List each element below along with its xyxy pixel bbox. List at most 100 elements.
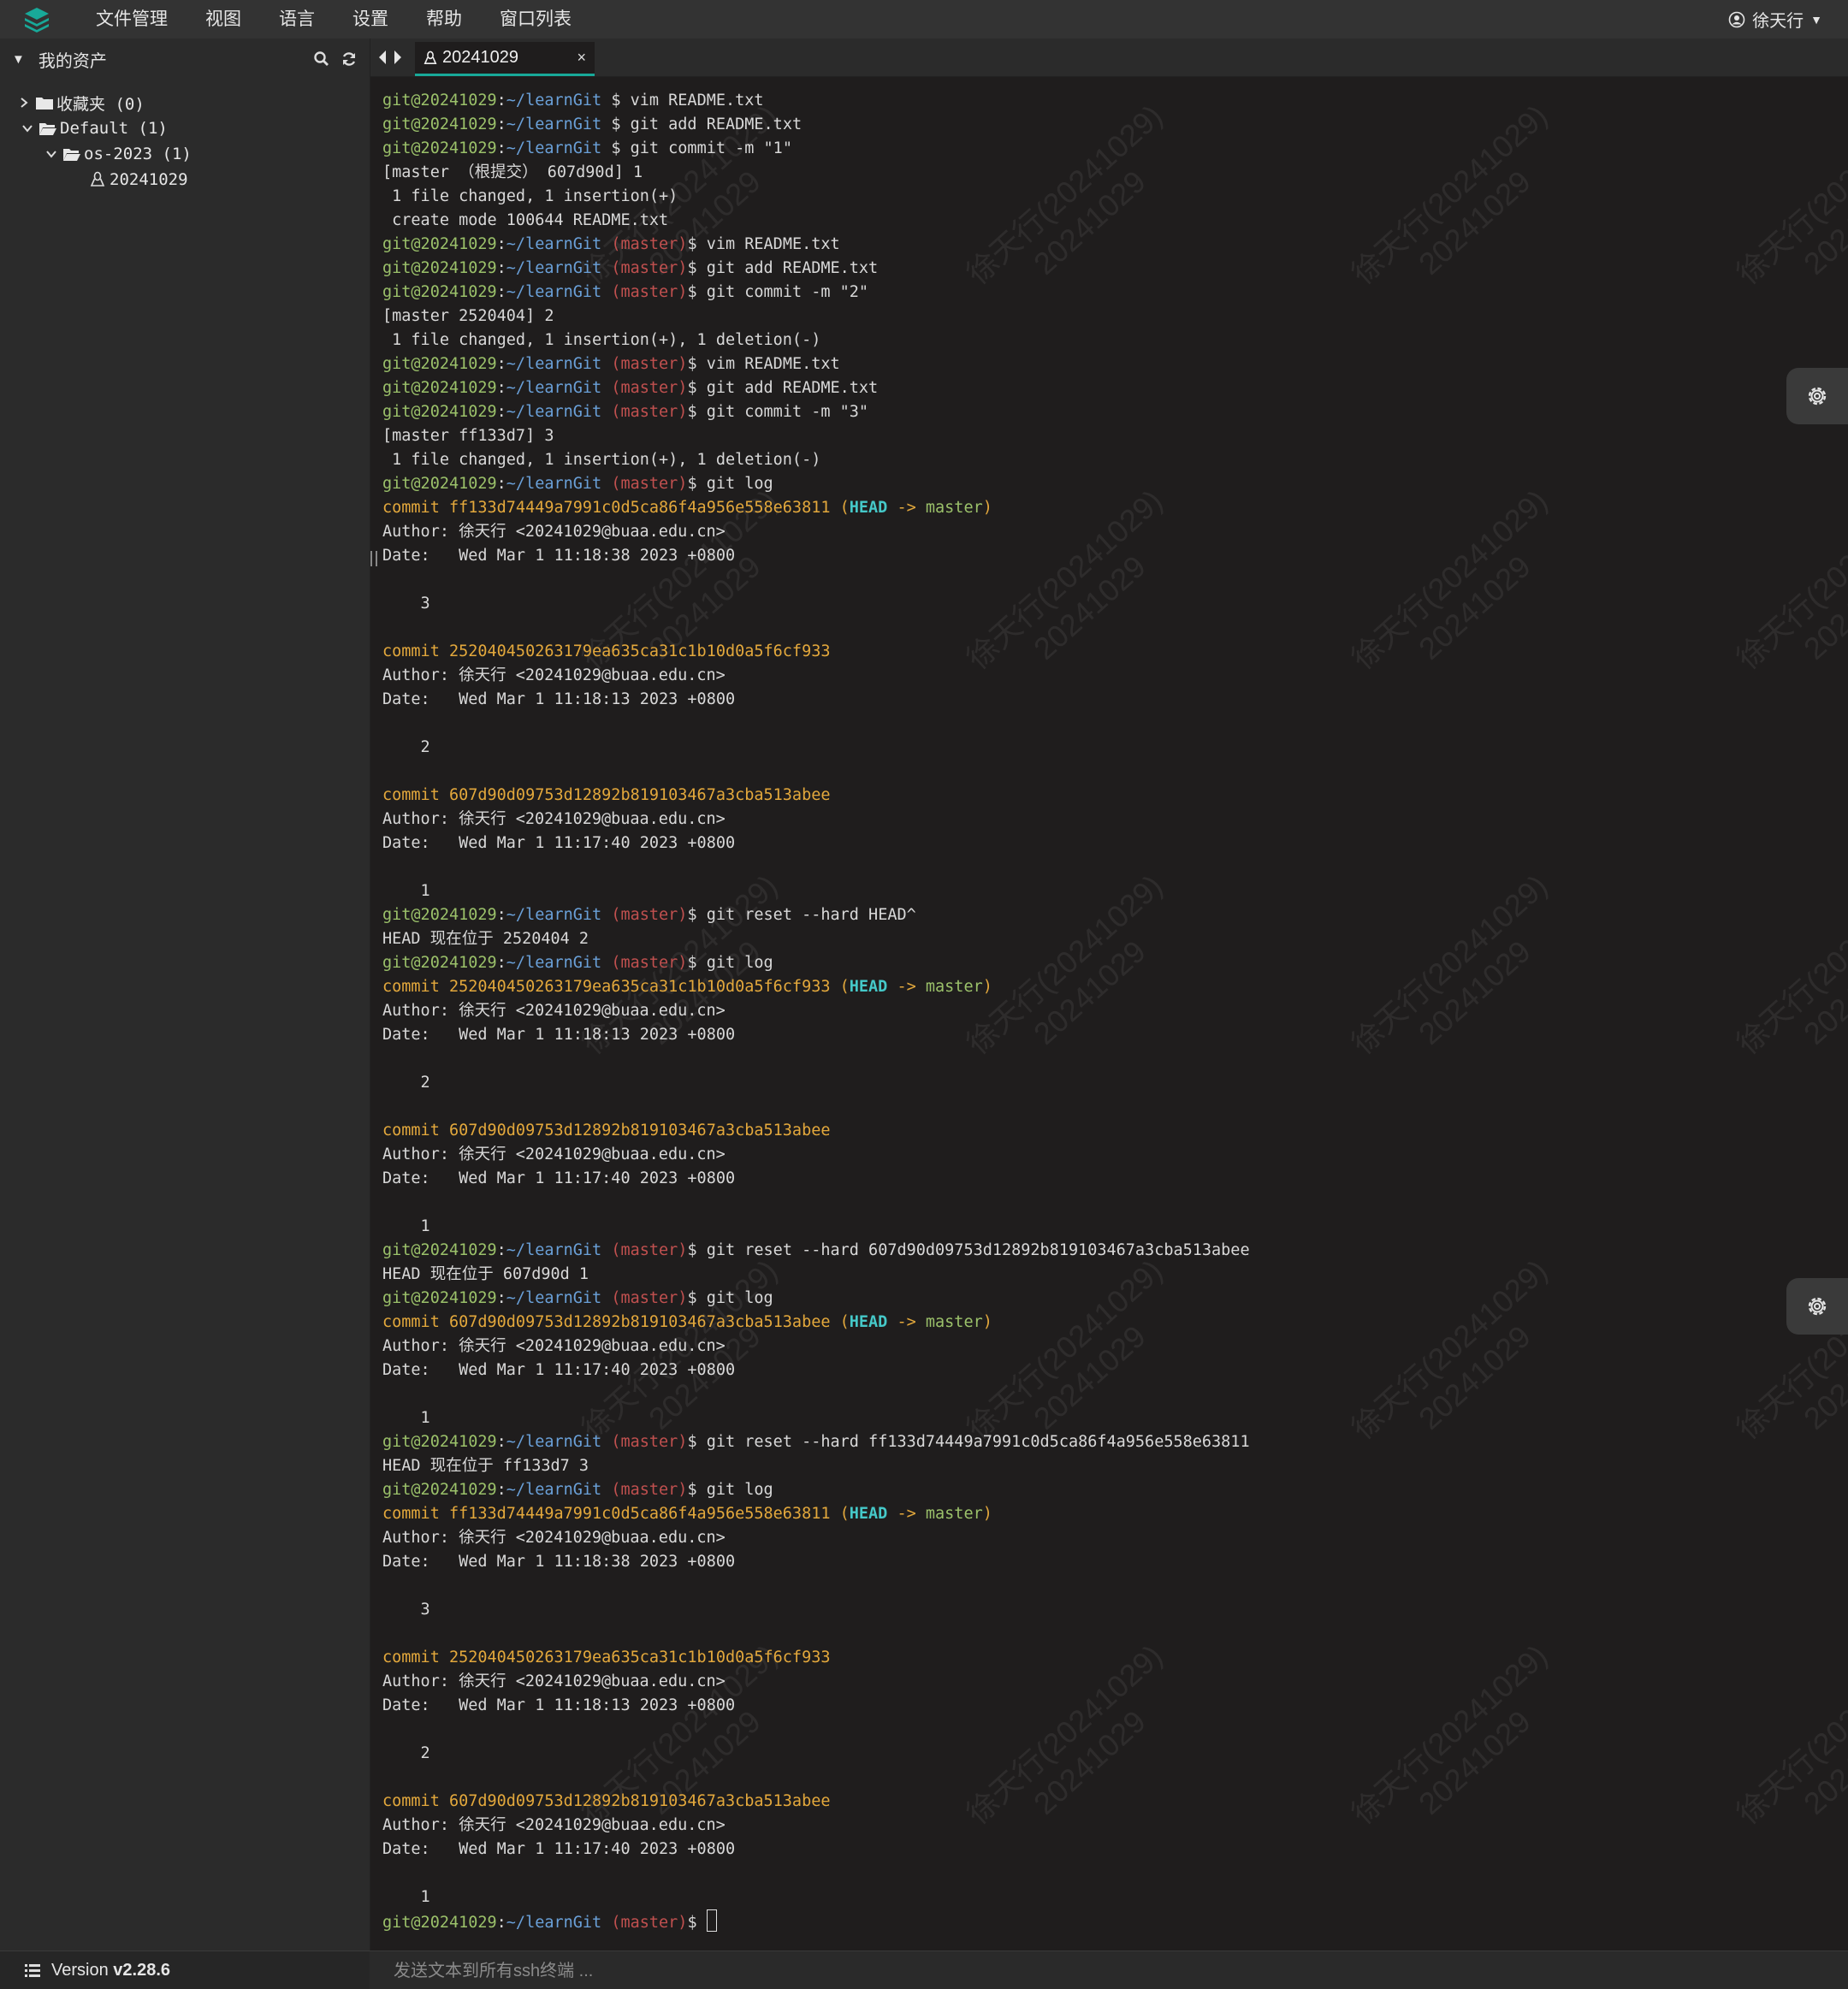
chevron-down-icon[interactable]	[41, 149, 62, 159]
command-text: git commit -m "3"	[696, 403, 869, 421]
version-info[interactable]: Version v2.28.6	[24, 1951, 170, 1989]
menu-window-list[interactable]: 窗口列表	[481, 0, 590, 38]
prompt-sign: $	[687, 1241, 697, 1259]
prompt-path: ~/learnGit	[506, 1914, 602, 1932]
head-ref-arrow: ->	[887, 1505, 926, 1523]
output-line: Date: Wed Mar 1 11:17:40 2023 +0800	[382, 1840, 736, 1858]
head-ref-open: (	[830, 1313, 850, 1331]
commit-line: commit 252040450263179ea635ca31c1b10d0a5…	[382, 640, 1250, 664]
output-line: 3	[382, 1601, 430, 1619]
menu-help[interactable]: 帮助	[407, 0, 481, 38]
tree-item-default[interactable]: Default (1)	[0, 115, 370, 141]
head-ref-arrow: ->	[887, 499, 926, 517]
head-ref-branch: master	[925, 499, 983, 517]
command-text: git log	[696, 954, 773, 972]
prompt-sign: $	[687, 1433, 697, 1451]
command-text: git commit -m "2"	[696, 283, 869, 301]
tab-20241029[interactable]: 20241029 ×	[415, 42, 595, 76]
terminal-output[interactable]: git@20241029:~/learnGit $ vim README.txt…	[382, 89, 1250, 1933]
arrow-left-icon[interactable]	[377, 49, 388, 66]
prompt-colon: :	[496, 92, 506, 110]
collapse-caret-icon[interactable]: ▼	[12, 52, 25, 67]
status-bar: Version v2.28.6	[0, 1951, 1848, 1989]
sidebar-header: ▼ 我的资产	[0, 38, 370, 80]
prompt-path: ~/learnGit	[506, 1241, 602, 1259]
chevron-down-icon[interactable]	[17, 123, 38, 133]
output-line: [master （根提交） 607d90d] 1	[382, 163, 643, 181]
tree-item-os-2023[interactable]: os-2023 (1)	[0, 141, 370, 167]
output-line: [master 2520404] 2	[382, 307, 554, 325]
head-ref-close: )	[982, 1313, 992, 1331]
output-line: Date: Wed Mar 1 11:18:13 2023 +0800	[382, 1696, 736, 1714]
prompt-sign: $	[687, 1914, 697, 1932]
menu-settings[interactable]: 设置	[334, 0, 407, 38]
menu-language[interactable]: 语言	[260, 0, 334, 38]
output-line: Date: Wed Mar 1 11:18:13 2023 +0800	[382, 1026, 736, 1044]
prompt-branch: (master)	[611, 355, 688, 373]
command-text	[697, 1914, 707, 1932]
head-ref: HEAD	[849, 1505, 888, 1523]
refresh-icon[interactable]	[341, 50, 358, 68]
terminal-settings-button-2[interactable]	[1786, 1278, 1848, 1335]
prompt-sign: $	[687, 259, 697, 277]
prompt-line: git@20241029:~/learnGit (master)$ git lo…	[382, 1287, 1250, 1311]
prompt-user: git@20241029	[382, 259, 497, 277]
user-menu[interactable]: 徐天行 ▼	[1728, 0, 1822, 38]
chevron-right-icon[interactable]	[14, 97, 34, 109]
watermark: 徐天行(20241029) 20241029	[1344, 1252, 1580, 1476]
terminal-settings-button[interactable]	[1786, 368, 1848, 424]
prompt-colon: :	[496, 259, 506, 277]
commit-hash: commit 252040450263179ea635ca31c1b10d0a5…	[382, 1649, 831, 1666]
arrow-right-icon[interactable]	[393, 49, 403, 66]
search-icon[interactable]	[313, 50, 330, 68]
tree-item-favorites[interactable]: 收藏夹 (0)	[0, 90, 370, 115]
pane-resize-handle[interactable]	[370, 551, 377, 566]
prompt-user: git@20241029	[382, 115, 497, 133]
command-text: vim README.txt	[696, 235, 840, 253]
prompt-branch: (master)	[611, 1289, 688, 1307]
head-ref-close: )	[982, 978, 992, 996]
watermark-line-1: 徐天行(20241029)	[1344, 1252, 1555, 1447]
prompt-user: git@20241029	[382, 1241, 497, 1259]
output-line: Author: 徐天行 <20241029@buaa.edu.cn>	[382, 810, 726, 828]
command-text: vim README.txt	[696, 355, 840, 373]
prompt-path: ~/learnGit	[506, 283, 602, 301]
output-line: Date: Wed Mar 1 11:18:13 2023 +0800	[382, 690, 736, 708]
terminal-pane[interactable]: 徐天行(20241029) 20241029 徐天行(20241029) 202410…	[370, 77, 1848, 1951]
app-logo-icon[interactable]	[19, 2, 55, 38]
watermark-line-2: 20241029	[1412, 933, 1537, 1051]
broadcast-input[interactable]	[392, 1956, 1807, 1986]
watermark-line-1: 徐天行(20241029)	[1729, 867, 1848, 1062]
prompt-path: ~/learnGit	[506, 1433, 602, 1451]
commit-line: commit ff133d74449a7991c0d5ca86f4a956e55…	[382, 496, 1250, 520]
tree-item-label: os-2023 (1)	[84, 145, 192, 163]
menu-file[interactable]: 文件管理	[77, 0, 187, 38]
prompt-path: ~/learnGit	[506, 259, 602, 277]
output-line: Date: Wed Mar 1 11:17:40 2023 +0800	[382, 1361, 736, 1379]
watermark-line-2: 20241029	[1797, 163, 1848, 281]
commit-hash: commit 607d90d09753d12892b819103467a3cba…	[382, 1792, 831, 1810]
prompt-user: git@20241029	[382, 475, 497, 493]
output-line: 3	[382, 595, 430, 613]
watermark: 徐天行(20241029) 20241029	[1344, 867, 1580, 1091]
menu-view[interactable]: 视图	[187, 0, 260, 38]
prompt-sign: $	[687, 355, 697, 373]
output-line: 2	[382, 1744, 430, 1762]
prompt-path: ~/learnGit	[506, 355, 602, 373]
watermark: 徐天行(20241029) 20241029	[1729, 867, 1848, 1091]
watermark-line-2: 20241029	[1797, 1703, 1848, 1821]
prompt-line: git@20241029:~/learnGit (master)$	[382, 1909, 1250, 1933]
tree-item-host-20241029[interactable]: 20241029	[0, 167, 370, 192]
prompt-sign: $	[601, 115, 621, 133]
output-line: Date: Wed Mar 1 11:17:40 2023 +0800	[382, 834, 736, 852]
prompt-colon: :	[496, 954, 506, 972]
prompt-line: git@20241029:~/learnGit (master)$ git ad…	[382, 376, 1250, 400]
prompt-line: git@20241029:~/learnGit (master)$ git co…	[382, 400, 1250, 424]
tab-close-icon[interactable]: ×	[577, 49, 586, 67]
prompt-user: git@20241029	[382, 1481, 497, 1499]
